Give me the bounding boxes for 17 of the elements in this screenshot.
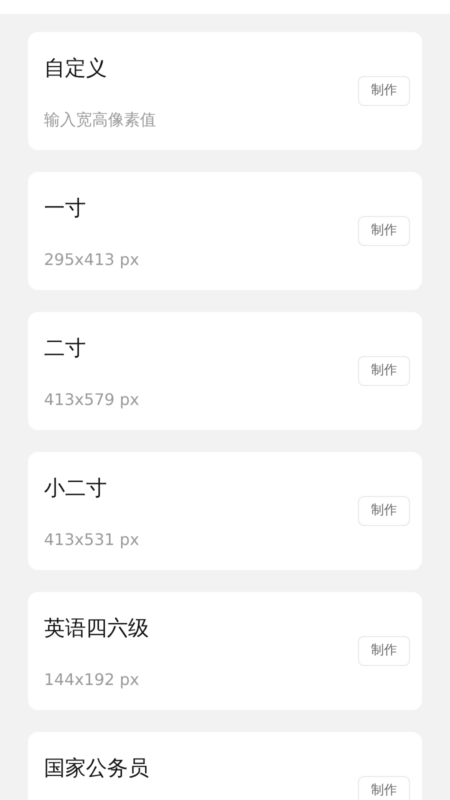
make-button[interactable]: 制作: [358, 76, 410, 106]
make-button[interactable]: 制作: [358, 636, 410, 666]
size-subtitle: 413x579 px: [44, 389, 140, 411]
size-title: 小二寸: [44, 475, 108, 502]
make-button[interactable]: 制作: [358, 776, 410, 800]
size-title: 自定义: [44, 55, 108, 82]
size-title: 国家公务员: [44, 755, 149, 782]
size-subtitle: 输入宽高像素值: [44, 109, 156, 131]
make-button[interactable]: 制作: [358, 216, 410, 246]
size-subtitle: 144x192 px: [44, 669, 140, 691]
size-subtitle: 295x413 px: [44, 249, 140, 271]
size-title: 英语四六级: [44, 615, 149, 642]
make-button[interactable]: 制作: [358, 356, 410, 386]
size-title: 一寸: [44, 195, 87, 222]
size-subtitle: 413x531 px: [44, 529, 140, 551]
make-button[interactable]: 制作: [358, 496, 410, 526]
size-title: 二寸: [44, 335, 87, 362]
